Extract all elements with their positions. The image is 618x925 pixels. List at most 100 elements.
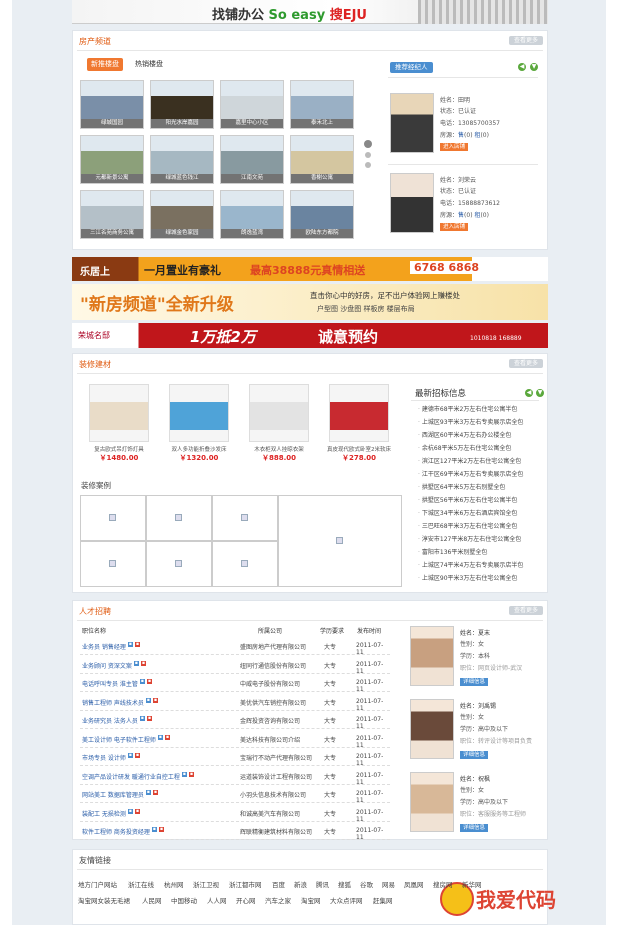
- jobs-more-button[interactable]: 查看更多: [509, 606, 543, 615]
- friend-link[interactable]: 杭州网: [164, 879, 184, 889]
- job-company[interactable]: 盛图房地产代理有限公司: [240, 642, 306, 651]
- house-thumb[interactable]: 阳光水岸嘉园: [150, 80, 214, 129]
- candidate-card[interactable]: 姓名：夏末 性别：女 学历：本科 职位：网页设计师-武汉 详细信息: [410, 626, 542, 690]
- ad-banner-1[interactable]: 乐居上 一月置业有豪礼 最高38888元真情相送 6768 6868: [72, 257, 548, 281]
- friend-link[interactable]: 地方门户网站: [78, 879, 117, 889]
- job-row[interactable]: 销售工程师 声线技术员 ▪ ▪ 美优供汽车销控有限公司 大专 2011-07-11: [80, 693, 390, 712]
- job-title-link[interactable]: 网站美工 数据库管理员 ▪ ▪: [82, 790, 159, 799]
- case-image[interactable]: [146, 541, 212, 587]
- job-company[interactable]: 运道装饰设计工程有限公司: [240, 772, 312, 781]
- slider-dot-1[interactable]: [364, 140, 372, 148]
- case-image[interactable]: [80, 495, 146, 541]
- friend-link[interactable]: 网易: [382, 879, 395, 889]
- bid-item[interactable]: 三巴旺68平米3万左右住宅公寓全包: [418, 521, 517, 530]
- friend-link[interactable]: 人民网: [142, 895, 162, 905]
- job-title-link[interactable]: 市场专员 设计师 ▪ ▪: [82, 753, 141, 762]
- friend-link[interactable]: 新华网: [462, 879, 482, 889]
- agent-photo[interactable]: [390, 93, 434, 153]
- friend-link[interactable]: 人人网: [207, 895, 227, 905]
- house-image[interactable]: [291, 191, 353, 229]
- product-image[interactable]: [329, 384, 389, 442]
- friend-link[interactable]: 淘宝网: [301, 895, 321, 905]
- house-image[interactable]: [151, 191, 213, 229]
- house-thumb[interactable]: 欧陆东方都院: [290, 190, 354, 239]
- friend-link[interactable]: 淘宝网女装无毛裙: [78, 895, 130, 905]
- candidate-photo[interactable]: [410, 699, 454, 759]
- bid-item[interactable]: 上城区90平米3万左右住宅公寓全包: [418, 573, 517, 582]
- friend-link[interactable]: 中国移动: [171, 895, 197, 905]
- job-title-link[interactable]: 电话呼叫专员 淮主管 ▪ ▪: [82, 679, 153, 688]
- agent-card[interactable]: 姓名：田明 状态：已认证 电话：13085700357 房源：售(0) 租(0)…: [388, 93, 538, 157]
- friend-link[interactable]: 浙江都市网: [229, 879, 262, 889]
- friend-link[interactable]: 凤凰网: [404, 879, 424, 889]
- house-image[interactable]: [291, 136, 353, 174]
- job-row[interactable]: 美工设计师 电子软件工程师 ▪ ▪ 美达科技有限公司介绍 大专 2011-07-11: [80, 730, 390, 749]
- bid-item[interactable]: 上城区74平米4万左右专卖展示店半包: [418, 560, 523, 569]
- job-company[interactable]: 宝瑞行不动产代理有限公司: [240, 753, 312, 762]
- agent-card[interactable]: 姓名：刘荣云 状态：已认证 电话：15888873612 房源：售(0) 租(0…: [388, 173, 538, 237]
- site-logo[interactable]: [76, 0, 136, 10]
- top-banner[interactable]: 找铺办公 So easy 搜EJU: [72, 0, 548, 24]
- product-name[interactable]: 真皮现代欧式卧室2米软床: [327, 445, 391, 453]
- product-card[interactable]: 复古欧式吊灯饰灯具 ￥1480.00: [87, 384, 151, 463]
- product-name[interactable]: 复古欧式吊灯饰灯具: [87, 445, 151, 453]
- candidate-photo[interactable]: [410, 772, 454, 832]
- job-row[interactable]: 软件工程师 商务投资经理 ▪ ▪ 辉联精衡建筑材料有限公司 大专 2011-07-11: [80, 822, 390, 841]
- house-image[interactable]: [81, 136, 143, 174]
- ad-banner-3[interactable]: 荣城名邸 1万抵2万 诚意预约 1010818 168889: [72, 323, 548, 348]
- house-image[interactable]: [221, 191, 283, 229]
- job-title-text[interactable]: 业务顾问 资深文案: [82, 663, 132, 670]
- house-image[interactable]: [291, 81, 353, 119]
- job-company[interactable]: 纽同行通信股份有限公司: [240, 661, 306, 670]
- product-image[interactable]: [169, 384, 229, 442]
- job-title-text[interactable]: 网站美工 数据库管理员: [82, 792, 144, 799]
- friend-link[interactable]: 百度: [272, 879, 285, 889]
- job-title-link[interactable]: 软件工程师 商务投资经理 ▪ ▪: [82, 827, 165, 836]
- house-image[interactable]: [221, 136, 283, 174]
- friend-link[interactable]: 赶集网: [373, 895, 393, 905]
- house-image[interactable]: [81, 191, 143, 229]
- job-row[interactable]: 业务研究员 法务人员 ▪ ▪ 金辉投资咨询有限公司 大专 2011-07-11: [80, 711, 390, 730]
- next-arrow-icon[interactable]: ▼: [536, 389, 544, 397]
- house-image[interactable]: [221, 81, 283, 119]
- friend-link[interactable]: 浙江卫视: [193, 879, 219, 889]
- job-title-link[interactable]: 业务顾问 资深文案 ▪ ▪: [82, 660, 147, 670]
- job-title-text[interactable]: 软件工程师 商务投资经理: [82, 829, 150, 836]
- job-title-link[interactable]: 美工设计师 电子软件工程师 ▪ ▪: [82, 734, 171, 744]
- house-thumb[interactable]: 香榭公寓: [290, 135, 354, 184]
- job-title-text[interactable]: 装配工 无损检测: [82, 811, 126, 818]
- house-thumb[interactable]: 绿城蓝色钱江: [150, 135, 214, 184]
- bid-item[interactable]: 富阳市136平米别墅全包: [418, 547, 487, 556]
- case-image[interactable]: [146, 495, 212, 541]
- case-image[interactable]: [212, 541, 278, 587]
- product-image[interactable]: [249, 384, 309, 442]
- friend-link[interactable]: 开心网: [236, 895, 256, 905]
- job-title-link[interactable]: 业务研究员 法务人员 ▪ ▪: [82, 716, 153, 725]
- candidate-card[interactable]: 姓名：祝枫 性别：女 学历：高中及以下 职位：客服服务等工程师 详细信息: [410, 772, 542, 836]
- job-row[interactable]: 网站美工 数据库管理员 ▪ ▪ 小羽头信息技术有限公司 大专 2011-07-11: [80, 785, 390, 804]
- prev-arrow-icon[interactable]: ◀: [518, 63, 526, 71]
- detail-button[interactable]: 详细信息: [460, 824, 489, 832]
- bid-item[interactable]: 淳安市127平米8万左右住宅公寓全包: [418, 534, 521, 543]
- job-title-link[interactable]: 装配工 无损检测 ▪ ▪: [82, 808, 141, 818]
- tab-hot-houses[interactable]: 热销楼盘: [131, 58, 167, 71]
- slider-dot-3[interactable]: [365, 162, 371, 168]
- job-row[interactable]: 电话呼叫专员 淮主管 ▪ ▪ 中威电子股份有限公司 大专 2011-07-11: [80, 674, 390, 693]
- house-thumb[interactable]: 嘉里中心小区: [220, 80, 284, 129]
- bid-item[interactable]: 建德市68平米2万左右住宅公寓半包: [418, 404, 517, 413]
- house-image[interactable]: [151, 136, 213, 174]
- friend-link[interactable]: 搜房网: [433, 879, 453, 889]
- job-company[interactable]: 美优供汽车销控有限公司: [240, 698, 306, 707]
- bid-item[interactable]: 拱墅区56平米6万左右住宅公寓半包: [418, 495, 517, 504]
- job-company[interactable]: 中威电子股份有限公司: [240, 679, 300, 688]
- job-title-text[interactable]: 空调产品设计研发 暖通行业自控工程: [82, 774, 180, 781]
- case-image[interactable]: [212, 495, 278, 541]
- detail-button[interactable]: 详细信息: [460, 678, 489, 686]
- bid-item[interactable]: 滨江区127平米2万左右住宅公寓全包: [418, 456, 521, 465]
- enter-shop-button[interactable]: 进入店铺: [440, 143, 469, 151]
- job-title-text[interactable]: 业务研究员 法务人员: [82, 718, 138, 725]
- job-title-text[interactable]: 美工设计师 电子软件工程师: [82, 737, 156, 744]
- prev-arrow-icon[interactable]: ◀: [525, 389, 533, 397]
- friend-link[interactable]: 腾讯: [316, 879, 329, 889]
- house-thumb[interactable]: 绿城金色家园: [150, 190, 214, 239]
